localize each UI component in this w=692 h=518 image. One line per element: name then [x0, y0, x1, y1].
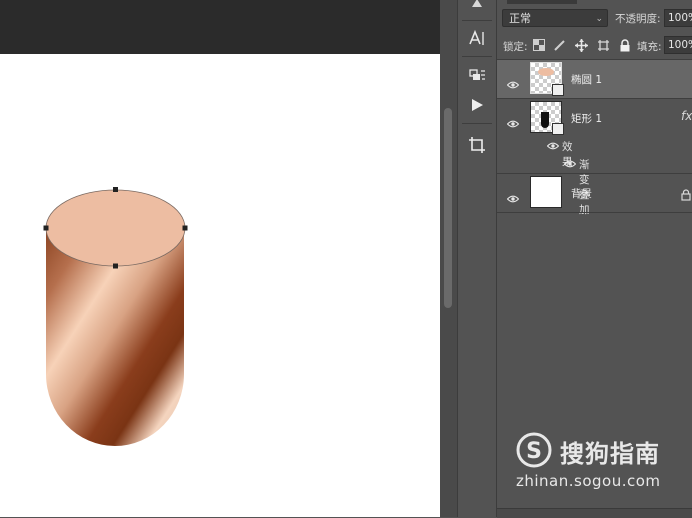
- layer-row-ellipse-1[interactable]: 椭圆 1: [497, 60, 692, 98]
- layer-name: 椭圆 1: [571, 74, 603, 86]
- layer-thumbnail[interactable]: [530, 176, 562, 208]
- lock-image-pixels-icon[interactable]: [553, 38, 567, 52]
- lock-row: 锁定: 填充: 100%: [497, 35, 692, 57]
- character-icon[interactable]: [460, 0, 494, 18]
- layer-divider: [497, 212, 692, 213]
- lock-label: 锁定:: [503, 41, 528, 53]
- visibility-eye-icon[interactable]: [563, 159, 577, 171]
- fill-input[interactable]: 100%: [664, 36, 692, 54]
- layer-comps-icon[interactable]: [460, 63, 494, 89]
- chevron-down-icon: ⌄: [595, 14, 603, 24]
- layer-thumbnail[interactable]: [530, 101, 564, 135]
- tool-divider: [462, 56, 492, 57]
- layer-row-background[interactable]: 背景: [497, 174, 692, 212]
- ellipse-layer-shape[interactable]: [45, 189, 186, 267]
- cylinder-artwork: [43, 187, 188, 446]
- panel-tab-stub: [507, 0, 577, 4]
- blend-row: 正常 ⌄ 不透明度: 100%: [497, 8, 692, 30]
- fill-label: 填充:: [637, 41, 662, 53]
- layer-row-rectangle-1[interactable]: 矩形 1 fx: [497, 99, 692, 137]
- layer-lock-icon: [681, 186, 691, 205]
- play-action-icon[interactable]: [460, 92, 494, 118]
- tool-divider: [462, 20, 492, 21]
- blend-mode-select[interactable]: 正常 ⌄: [502, 9, 608, 27]
- layer-name: 矩形 1: [571, 113, 603, 125]
- tool-divider: [462, 123, 492, 124]
- opacity-input[interactable]: 100%: [664, 9, 692, 27]
- scrollbar-thumb[interactable]: [444, 108, 452, 308]
- crop-icon[interactable]: [460, 132, 494, 158]
- layer-name: 背景: [571, 188, 592, 200]
- vector-mask-badge-icon: [552, 123, 564, 135]
- canvas-pasteboard: [0, 0, 440, 54]
- lock-position-icon[interactable]: [574, 38, 588, 52]
- visibility-eye-icon[interactable]: [506, 74, 520, 93]
- panel-tool-strip: [457, 0, 496, 517]
- visibility-eye-icon[interactable]: [506, 188, 520, 207]
- lock-artboard-icon[interactable]: [596, 38, 610, 52]
- lock-all-icon[interactable]: [618, 38, 632, 52]
- layer-effects-fx-icon[interactable]: fx: [681, 109, 692, 123]
- visibility-eye-icon[interactable]: [506, 113, 520, 132]
- canvas-scrollbar[interactable]: [440, 0, 457, 517]
- paragraph-icon[interactable]: [460, 25, 494, 51]
- opacity-label: 不透明度:: [615, 13, 661, 25]
- visibility-eye-icon[interactable]: [546, 141, 560, 153]
- blend-mode-value: 正常: [509, 12, 531, 25]
- document-canvas[interactable]: [0, 54, 440, 517]
- vector-mask-badge-icon: [552, 84, 564, 96]
- layer-thumbnail[interactable]: [530, 62, 564, 96]
- layers-panel: 正常 ⌄ 不透明度: 100% 锁定:: [496, 0, 692, 518]
- lock-transparent-pixels-icon[interactable]: [532, 38, 546, 52]
